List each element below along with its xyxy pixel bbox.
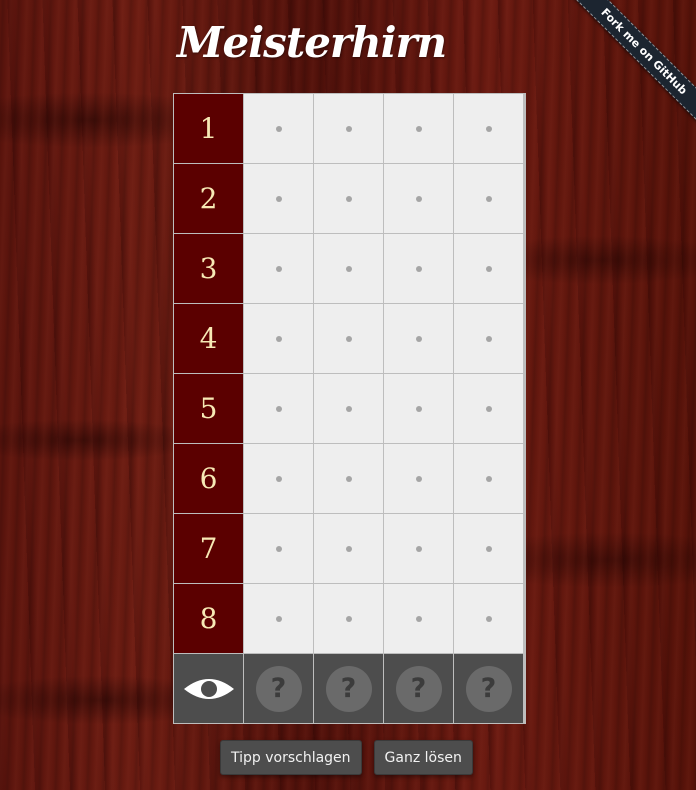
peg-slot[interactable]: [314, 164, 384, 234]
guess-row: 6: [174, 444, 525, 514]
empty-slot-dot: [345, 545, 352, 552]
empty-slot-dot: [415, 615, 422, 622]
empty-slot-dot: [415, 405, 422, 412]
peg-slot[interactable]: [384, 584, 454, 654]
game-board: 12345678 ? ? ? ?: [173, 93, 526, 724]
peg-slot[interactable]: [314, 444, 384, 514]
empty-slot-dot: [485, 405, 492, 412]
empty-slot-dot: [275, 615, 282, 622]
empty-slot-dot: [345, 195, 352, 202]
empty-slot-dot: [345, 125, 352, 132]
row-number: 4: [174, 304, 244, 374]
peg-slot[interactable]: [244, 444, 314, 514]
peg-slot[interactable]: [314, 304, 384, 374]
empty-slot-dot: [415, 545, 422, 552]
empty-slot-dot: [485, 195, 492, 202]
hidden-peg-icon: ?: [395, 665, 442, 712]
row-number: 5: [174, 374, 244, 444]
guess-row: 5: [174, 374, 525, 444]
empty-slot-dot: [415, 475, 422, 482]
row-number: 1: [174, 94, 244, 164]
empty-slot-dot: [415, 125, 422, 132]
empty-slot-dot: [345, 335, 352, 342]
peg-slot[interactable]: [384, 514, 454, 584]
reveal-button[interactable]: [174, 654, 244, 723]
empty-slot-dot: [275, 195, 282, 202]
guess-row: 2: [174, 164, 525, 234]
row-number: 8: [174, 584, 244, 654]
peg-slot[interactable]: [244, 584, 314, 654]
peg-slot[interactable]: [454, 514, 523, 584]
peg-slot[interactable]: [384, 164, 454, 234]
empty-slot-dot: [275, 475, 282, 482]
peg-slot[interactable]: [244, 164, 314, 234]
peg-slot[interactable]: [244, 304, 314, 374]
github-ribbon-container: Fork me on GitHub: [546, 0, 696, 150]
empty-slot-dot: [485, 615, 492, 622]
empty-slot-dot: [485, 335, 492, 342]
secret-slot: ?: [454, 654, 523, 723]
empty-slot-dot: [485, 545, 492, 552]
peg-slot[interactable]: [454, 584, 523, 654]
peg-slot[interactable]: [454, 234, 523, 304]
empty-slot-dot: [485, 125, 492, 132]
peg-slot[interactable]: [244, 234, 314, 304]
empty-slot-dot: [415, 335, 422, 342]
secret-slot: ?: [244, 654, 314, 723]
empty-slot-dot: [345, 265, 352, 272]
guess-row: 4: [174, 304, 525, 374]
peg-slot[interactable]: [244, 374, 314, 444]
peg-slot[interactable]: [454, 374, 523, 444]
empty-slot-dot: [415, 195, 422, 202]
peg-slot[interactable]: [384, 94, 454, 164]
empty-slot-dot: [275, 405, 282, 412]
peg-slot[interactable]: [454, 304, 523, 374]
empty-slot-dot: [485, 265, 492, 272]
secret-slot: ?: [314, 654, 384, 723]
peg-slot[interactable]: [244, 94, 314, 164]
empty-slot-dot: [415, 265, 422, 272]
row-number: 2: [174, 164, 244, 234]
peg-slot[interactable]: [454, 164, 523, 234]
peg-slot[interactable]: [384, 444, 454, 514]
peg-slot[interactable]: [384, 374, 454, 444]
peg-slot[interactable]: [454, 444, 523, 514]
guess-row: 1: [174, 94, 525, 164]
peg-slot[interactable]: [384, 304, 454, 374]
empty-slot-dot: [275, 265, 282, 272]
peg-slot[interactable]: [314, 584, 384, 654]
fork-on-github-link[interactable]: Fork me on GitHub: [558, 0, 696, 138]
secret-code-row: ? ? ? ?: [174, 654, 525, 723]
guess-row: 3: [174, 234, 525, 304]
peg-slot[interactable]: [314, 374, 384, 444]
empty-slot-dot: [275, 335, 282, 342]
row-number: 7: [174, 514, 244, 584]
empty-slot-dot: [275, 545, 282, 552]
empty-slot-dot: [275, 125, 282, 132]
eye-icon: [183, 678, 234, 699]
peg-slot[interactable]: [314, 234, 384, 304]
peg-slot[interactable]: [384, 234, 454, 304]
peg-slot[interactable]: [314, 94, 384, 164]
hidden-peg-icon: ?: [255, 665, 302, 712]
empty-slot-dot: [485, 475, 492, 482]
guess-row: 7: [174, 514, 525, 584]
guess-row: 8: [174, 584, 525, 654]
solve-all-button[interactable]: Ganz lösen: [373, 740, 473, 775]
secret-slot: ?: [384, 654, 454, 723]
peg-slot[interactable]: [454, 94, 523, 164]
peg-slot[interactable]: [244, 514, 314, 584]
hidden-peg-icon: ?: [325, 665, 372, 712]
peg-slot[interactable]: [314, 514, 384, 584]
row-number: 3: [174, 234, 244, 304]
row-number: 6: [174, 444, 244, 514]
app-title: Meisterhirn: [177, 18, 447, 67]
hidden-peg-icon: ?: [465, 665, 512, 712]
action-buttons: Tipp vorschlagen Ganz lösen: [220, 740, 473, 775]
suggest-hint-button[interactable]: Tipp vorschlagen: [220, 740, 362, 775]
empty-slot-dot: [345, 405, 352, 412]
empty-slot-dot: [345, 475, 352, 482]
empty-slot-dot: [345, 615, 352, 622]
